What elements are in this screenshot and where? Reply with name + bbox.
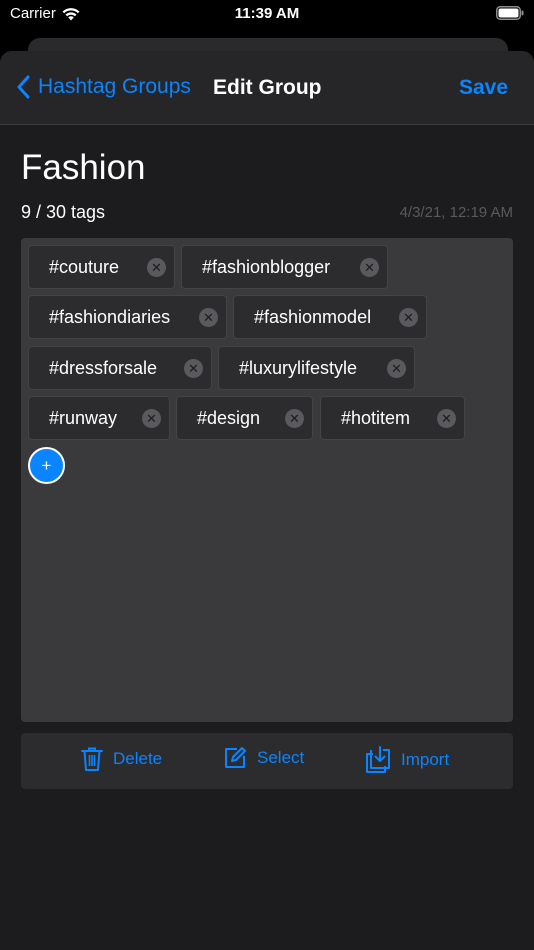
tag-label: #hotitem [341,407,411,428]
tag-chip[interactable]: #fashionblogger ✕ [181,245,388,289]
import-button[interactable]: Import [365,746,449,774]
tag-chip[interactable]: #luxurylifestyle ✕ [218,346,415,390]
tag-label: #couture [49,256,120,277]
tag-chip[interactable]: #fashiondiaries ✕ [28,295,227,339]
navigation-bar: Hashtag Groups Edit Group Save [0,51,534,125]
remove-tag-icon[interactable]: ✕ [184,359,203,378]
remove-tag-icon[interactable]: ✕ [387,359,406,378]
import-label: Import [401,750,450,769]
tag-label: #fashiondiaries [49,306,171,327]
select-label: Select [257,748,305,767]
nav-title: Edit Group [213,76,322,99]
tag-chip[interactable]: #runway ✕ [28,396,170,440]
tag-chip[interactable]: #design ✕ [176,396,313,440]
tag-label: #fashionmodel [254,306,372,327]
add-tag-button[interactable]: + [28,447,65,484]
chevron-left-icon [17,75,30,99]
import-tray-icon [366,746,390,773]
tag-label: #runway [49,407,118,428]
select-button[interactable]: Select [223,746,304,770]
battery-icon [496,6,524,20]
tag-chip[interactable]: #hotitem ✕ [320,396,465,440]
modified-timestamp: 4/3/21, 12:19 AM [399,204,513,221]
remove-tag-icon[interactable]: ✕ [285,409,304,428]
tag-label: #luxurylifestyle [239,357,358,378]
remove-tag-icon[interactable]: ✕ [360,258,379,277]
delete-label: Delete [113,749,163,768]
remove-tag-icon[interactable]: ✕ [399,308,418,327]
trash-icon [81,747,103,771]
tag-count: 9 / 30 tags [21,202,106,222]
remove-tag-icon[interactable]: ✕ [437,409,456,428]
status-bar: Carrier 11:39 AM [0,0,534,30]
tag-label: #design [197,407,261,428]
remove-tag-icon[interactable]: ✕ [199,308,218,327]
remove-tag-icon[interactable]: ✕ [142,409,161,428]
tag-list-area: #couture ✕ #fashionblogger ✕ #fashiondia… [21,238,513,722]
tag-chip[interactable]: #dressforsale ✕ [28,346,212,390]
group-name[interactable]: Fashion [21,148,146,188]
back-button-label: Hashtag Groups [38,75,191,98]
edit-square-icon [225,747,246,768]
back-button[interactable]: Hashtag Groups [16,75,191,99]
tag-chip[interactable]: #fashionmodel ✕ [233,295,427,339]
save-button[interactable]: Save [459,76,508,100]
status-time: 11:39 AM [234,5,300,22]
edit-group-sheet: Hashtag Groups Edit Group Save Fashion 9… [0,51,534,950]
action-toolbar: Delete Select Import [21,733,513,789]
remove-tag-icon[interactable]: ✕ [147,258,166,277]
tag-chip[interactable]: #couture ✕ [28,245,175,289]
delete-button[interactable]: Delete [81,746,162,772]
tag-label: #dressforsale [49,357,158,378]
tag-label: #fashionblogger [202,256,331,277]
